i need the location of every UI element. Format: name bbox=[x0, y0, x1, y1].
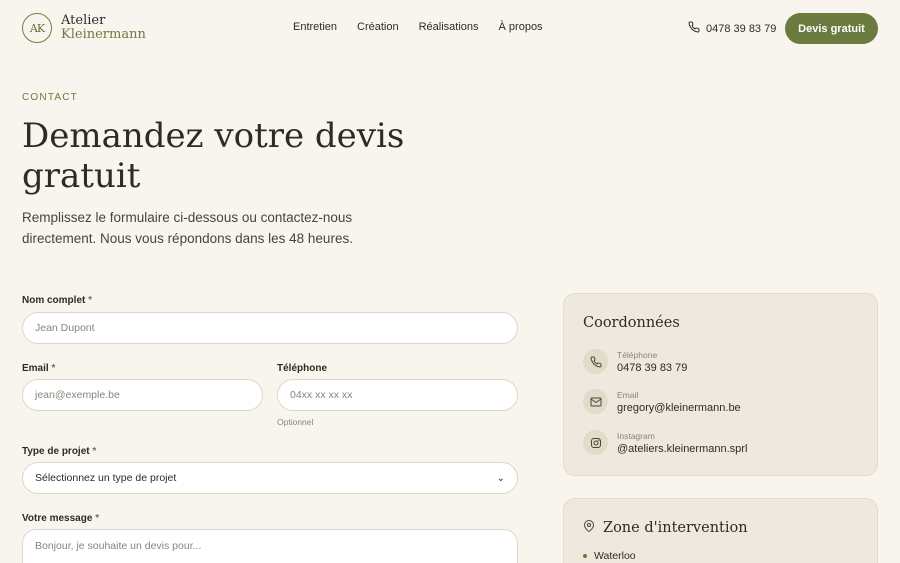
nav-item-entretien[interactable]: Entretien bbox=[293, 21, 337, 33]
bullet-dot bbox=[583, 554, 587, 558]
contact-instagram-label: Instagram bbox=[617, 430, 655, 441]
zone-card-header: Zone d'intervention bbox=[583, 519, 748, 537]
contact-email[interactable]: Email gregory@kleinermann.be bbox=[583, 389, 741, 414]
brand-monogram: AK bbox=[22, 13, 52, 43]
brand-name-line2: Kleinermann bbox=[61, 27, 146, 42]
chevron-down-icon: ⌄ bbox=[496, 472, 505, 484]
required-marker: * bbox=[92, 446, 97, 457]
required-marker: * bbox=[51, 363, 56, 374]
site-header: AK Atelier Kleinermann Entretien Créatio… bbox=[0, 0, 900, 58]
project-type-label-text: Type de projet bbox=[22, 446, 90, 457]
nav-item-creation[interactable]: Création bbox=[357, 21, 399, 33]
email-input[interactable]: jean@exemple.be bbox=[22, 379, 263, 411]
map-pin-icon bbox=[583, 519, 595, 537]
brand-name: Atelier Kleinermann bbox=[61, 14, 146, 41]
instagram-icon bbox=[583, 430, 608, 455]
contact-card: Coordonnées Téléphone 0478 39 83 79 Emai… bbox=[563, 293, 878, 476]
message-placeholder: Bonjour, je souhaite un devis pour... bbox=[35, 540, 202, 552]
name-label-text: Nom complet bbox=[22, 295, 86, 306]
phone-placeholder: 04xx xx xx xx bbox=[290, 389, 353, 401]
header-phone-link[interactable]: 0478 39 83 79 bbox=[688, 21, 776, 36]
project-type-label: Type de projet * bbox=[22, 446, 96, 457]
email-label: Email * bbox=[22, 363, 55, 374]
phone-icon bbox=[688, 21, 700, 36]
contact-phone-label: Téléphone bbox=[617, 349, 658, 360]
contact-email-value: gregory@kleinermann.be bbox=[617, 401, 741, 414]
zone-card: Zone d'intervention Waterloo bbox=[563, 498, 878, 563]
required-marker: * bbox=[88, 295, 93, 306]
main-nav: Entretien Création Réalisations À propos bbox=[293, 21, 543, 33]
devis-gratuit-button[interactable]: Devis gratuit bbox=[785, 13, 878, 44]
message-textarea[interactable]: Bonjour, je souhaite un devis pour... bbox=[22, 529, 518, 563]
contact-phone-value: 0478 39 83 79 bbox=[617, 361, 688, 374]
contact-phone[interactable]: Téléphone 0478 39 83 79 bbox=[583, 349, 687, 374]
header-phone-number: 0478 39 83 79 bbox=[706, 22, 777, 35]
phone-label-text: Téléphone bbox=[277, 363, 328, 374]
contact-instagram-value: @ateliers.kleinermann.sprl bbox=[617, 442, 748, 455]
contact-card-title: Coordonnées bbox=[583, 315, 680, 331]
phone-input[interactable]: 04xx xx xx xx bbox=[277, 379, 518, 411]
contact-instagram[interactable]: Instagram @ateliers.kleinermann.sprl bbox=[583, 430, 747, 455]
mail-icon bbox=[583, 389, 608, 414]
zone-card-title: Zone d'intervention bbox=[603, 520, 748, 536]
project-type-selected: Sélectionnez un type de projet bbox=[35, 472, 177, 484]
phone-icon bbox=[583, 349, 608, 374]
brand-name-line1: Atelier bbox=[61, 13, 106, 29]
phone-label: Téléphone bbox=[277, 363, 327, 374]
zone-item-label: Waterloo bbox=[594, 550, 636, 562]
page-lead: Remplissez le formulaire ci-dessous ou c… bbox=[22, 210, 353, 246]
section-eyebrow: CONTACT bbox=[22, 92, 78, 103]
name-label: Nom complet * bbox=[22, 295, 92, 306]
nav-item-realisations[interactable]: Réalisations bbox=[419, 21, 479, 33]
nav-item-a-propos[interactable]: À propos bbox=[499, 21, 543, 33]
email-placeholder: jean@exemple.be bbox=[35, 389, 120, 401]
page-title: Demandez votre devis gratuit bbox=[22, 116, 405, 196]
contact-email-label: Email bbox=[617, 389, 639, 400]
brand-logo[interactable]: AK Atelier Kleinermann bbox=[22, 13, 146, 43]
message-label-text: Votre message bbox=[22, 513, 93, 524]
phone-optional-hint: Optionnel bbox=[277, 417, 314, 427]
zone-item: Waterloo bbox=[583, 550, 636, 562]
message-label: Votre message * bbox=[22, 513, 99, 524]
project-type-select[interactable]: Sélectionnez un type de projet ⌄ bbox=[22, 462, 518, 494]
name-placeholder: Jean Dupont bbox=[35, 322, 95, 334]
name-input[interactable]: Jean Dupont bbox=[22, 312, 518, 344]
required-marker: * bbox=[95, 513, 100, 524]
email-label-text: Email bbox=[22, 363, 49, 374]
